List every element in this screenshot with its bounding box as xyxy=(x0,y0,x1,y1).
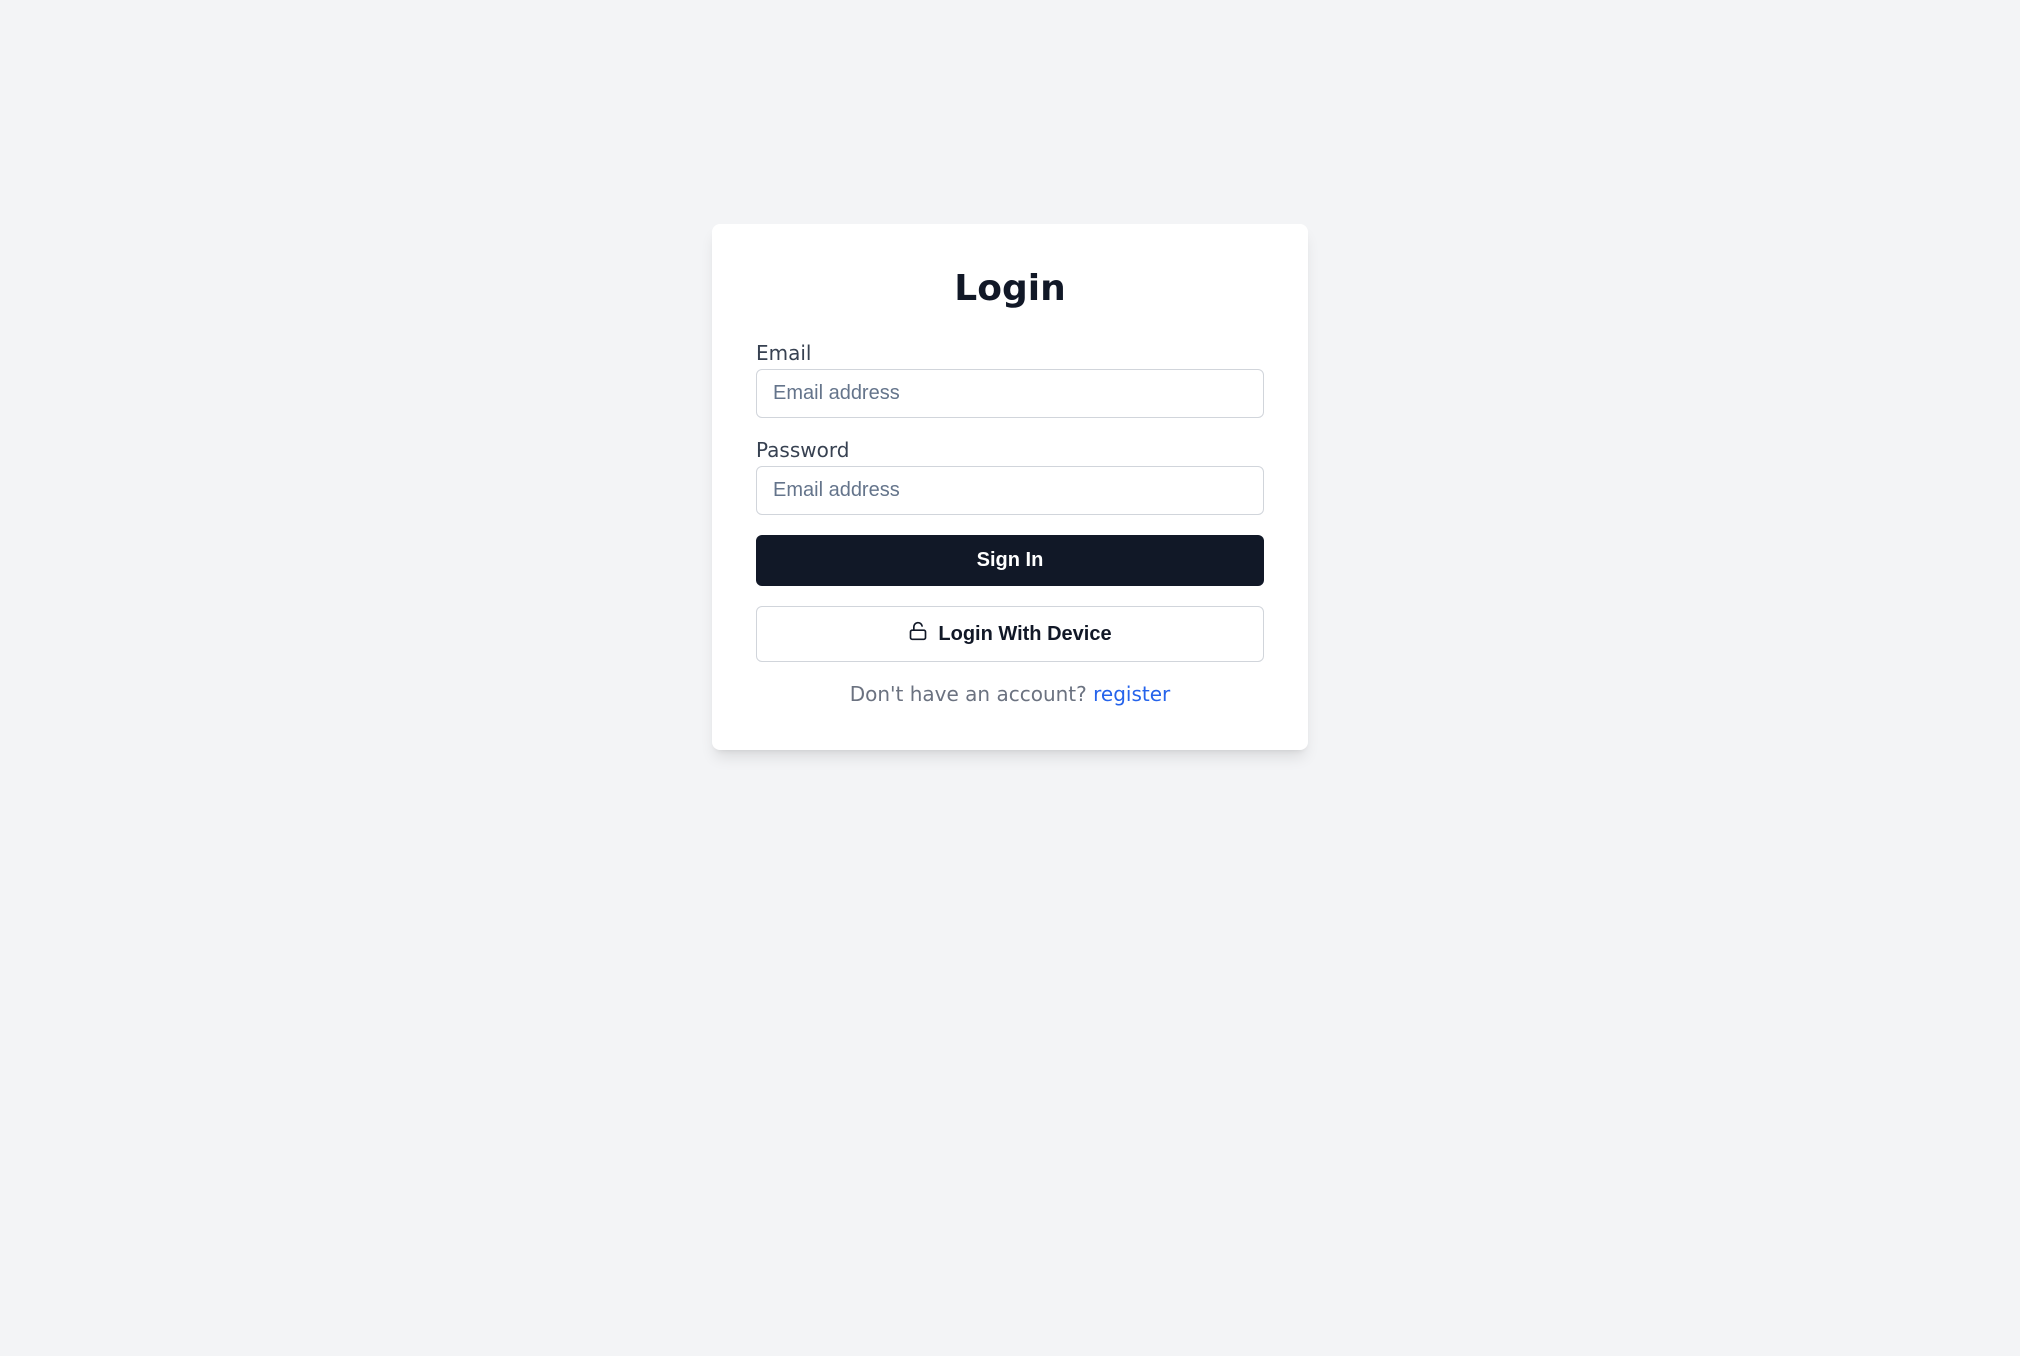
register-prompt-text: Don't have an account? xyxy=(850,682,1093,706)
password-label: Password xyxy=(756,438,1264,462)
password-field-group: Password xyxy=(756,438,1264,515)
login-with-device-label: Login With Device xyxy=(938,623,1111,646)
page-title: Login xyxy=(756,268,1264,309)
password-input[interactable] xyxy=(756,466,1264,515)
unlock-icon xyxy=(908,621,928,647)
email-input[interactable] xyxy=(756,369,1264,418)
email-field-group: Email xyxy=(756,341,1264,418)
login-card: Login Email Password Sign In Login With … xyxy=(712,224,1308,750)
login-with-device-button[interactable]: Login With Device xyxy=(756,606,1264,662)
email-label: Email xyxy=(756,341,1264,365)
register-prompt: Don't have an account? register xyxy=(756,682,1264,706)
register-link[interactable]: register xyxy=(1093,682,1170,706)
sign-in-button[interactable]: Sign In xyxy=(756,535,1264,586)
